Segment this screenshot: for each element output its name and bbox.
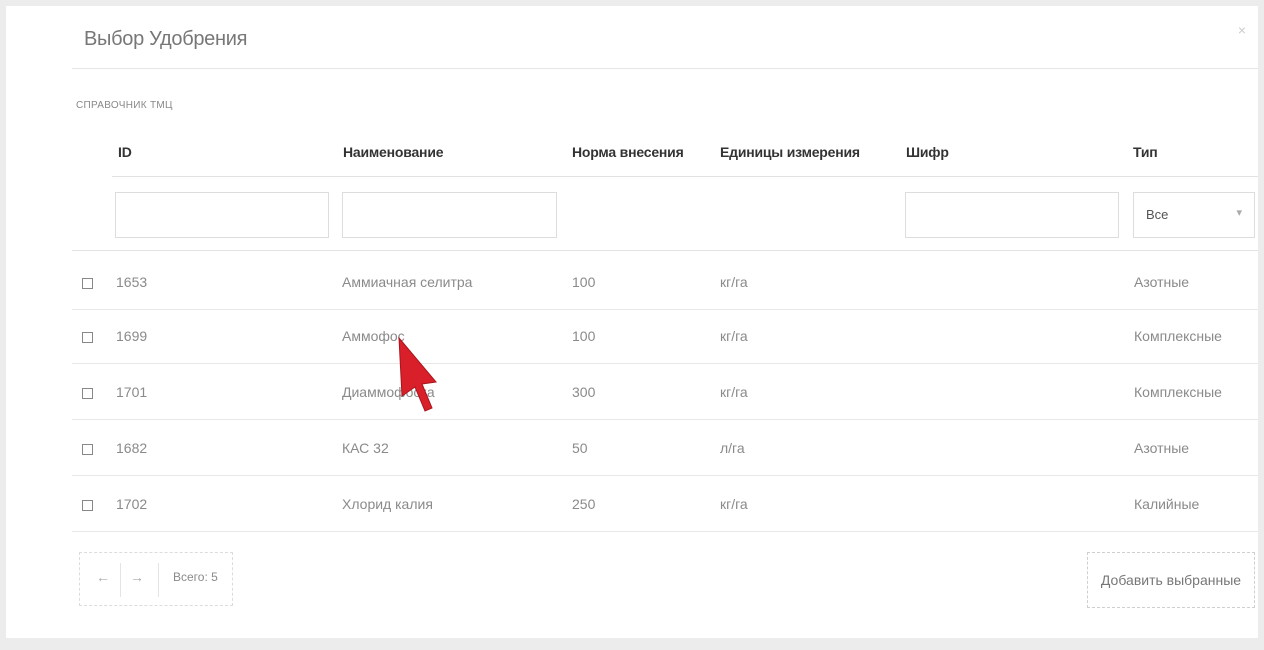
- name-filter-input[interactable]: [342, 192, 557, 238]
- cell-id: 1699: [116, 328, 148, 344]
- code-filter-input[interactable]: [905, 192, 1119, 238]
- next-page-button[interactable]: →: [130, 569, 144, 585]
- row-checkbox[interactable]: [82, 500, 93, 511]
- cell-type: Комплексные: [1134, 384, 1222, 400]
- pager-separator: [158, 563, 159, 597]
- row-divider: [72, 309, 1258, 310]
- cell-id: 1653: [116, 274, 148, 290]
- row-divider: [72, 419, 1258, 420]
- cell-rate: 100: [572, 274, 596, 290]
- pager-separator: [120, 563, 121, 597]
- cell-units: кг/га: [720, 328, 748, 344]
- cell-units: кг/га: [720, 384, 748, 400]
- pagination: ← → Всего: 5: [79, 552, 233, 606]
- mouse-cursor-icon: [398, 336, 437, 412]
- cell-rate: 50: [572, 440, 588, 456]
- cell-type: Комплексные: [1134, 328, 1222, 344]
- cell-type: Азотные: [1134, 440, 1190, 456]
- cell-rate: 300: [572, 384, 596, 400]
- table-row[interactable]: 1702 Хлорид калия 250 кг/га Калийные: [72, 480, 1258, 532]
- chevron-down-icon: ▾: [1236, 207, 1242, 219]
- column-header-name[interactable]: Наименование: [343, 144, 444, 160]
- column-header-id[interactable]: ID: [118, 144, 132, 160]
- cell-units: кг/га: [720, 496, 748, 512]
- table-row[interactable]: 1699 Аммофос 100 кг/га Комплексные: [72, 312, 1258, 364]
- filter-divider: [72, 250, 1258, 251]
- dialog-subtitle: СПРАВОЧНИК ТМЦ: [76, 100, 173, 111]
- cell-units: л/га: [720, 440, 745, 456]
- add-selected-button[interactable]: Добавить выбранные: [1087, 552, 1255, 608]
- table-row[interactable]: 1682 КАС 32 50 л/га Азотные: [72, 424, 1258, 476]
- cell-name: Аммиачная селитра: [342, 274, 473, 290]
- column-header-type[interactable]: Тип: [1133, 144, 1158, 160]
- row-checkbox[interactable]: [82, 444, 93, 455]
- total-count: Всего: 5: [173, 570, 218, 584]
- close-icon[interactable]: ×: [1238, 22, 1246, 38]
- row-checkbox[interactable]: [82, 388, 93, 399]
- type-filter-value: Все: [1146, 207, 1169, 222]
- row-checkbox[interactable]: [82, 332, 93, 343]
- cell-units: кг/га: [720, 274, 748, 290]
- row-checkbox[interactable]: [82, 278, 93, 289]
- cell-rate: 250: [572, 496, 596, 512]
- column-header-rate[interactable]: Норма внесения: [572, 144, 684, 160]
- cell-id: 1701: [116, 384, 148, 400]
- cell-id: 1682: [116, 440, 148, 456]
- cell-rate: 100: [572, 328, 596, 344]
- title-divider: [72, 68, 1258, 69]
- cell-type: Азотные: [1134, 274, 1190, 290]
- id-filter-input[interactable]: [115, 192, 329, 238]
- header-divider: [112, 176, 1258, 177]
- table-row[interactable]: 1653 Аммиачная селитра 100 кг/га Азотные: [72, 258, 1258, 310]
- prev-page-button[interactable]: ←: [96, 569, 110, 585]
- row-divider: [72, 531, 1258, 532]
- dialog-title: Выбор Удобрения: [84, 28, 248, 50]
- table-row[interactable]: 1701 Диаммофоска 300 кг/га Комплексные: [72, 368, 1258, 420]
- cell-name: КАС 32: [342, 440, 389, 456]
- cell-id: 1702: [116, 496, 148, 512]
- cell-type: Калийные: [1134, 496, 1200, 512]
- column-header-code[interactable]: Шифр: [906, 144, 949, 160]
- type-filter-select[interactable]: Все ▾: [1133, 192, 1255, 238]
- row-divider: [72, 363, 1258, 364]
- column-header-units[interactable]: Единицы измерения: [720, 144, 860, 160]
- cell-name: Хлорид калия: [342, 496, 433, 512]
- row-divider: [72, 475, 1258, 476]
